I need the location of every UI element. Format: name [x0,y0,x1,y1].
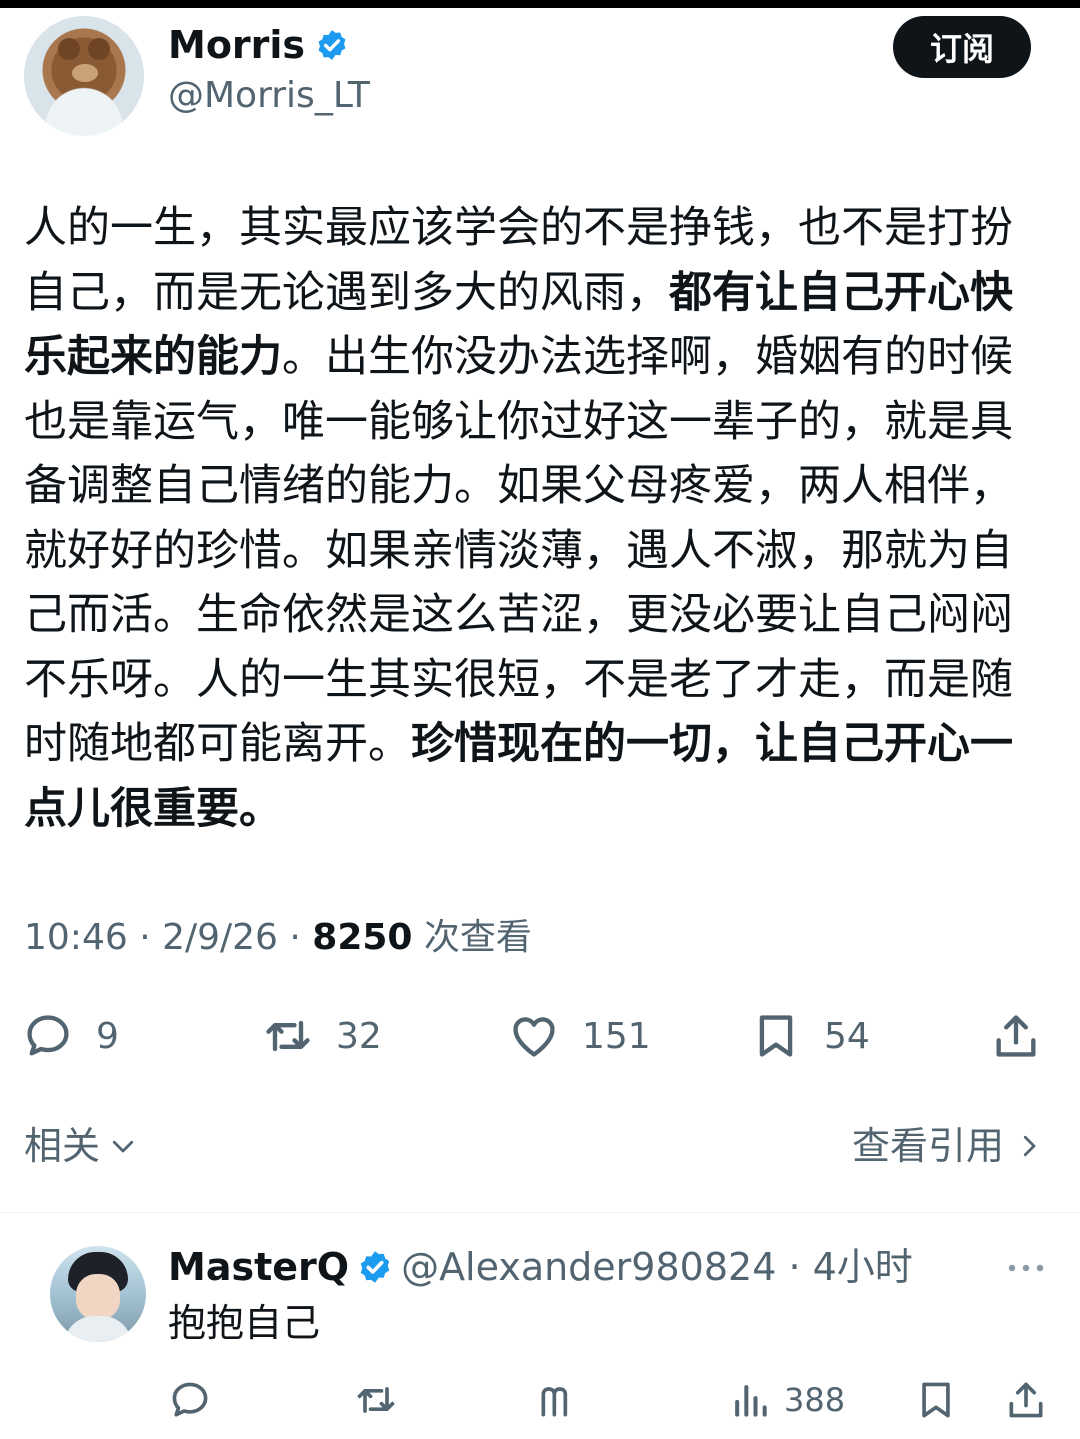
author-name-row[interactable]: Morris [168,22,349,68]
reply-view-count: 388 [784,1381,846,1419]
reply-share-button[interactable] [1004,1370,1048,1430]
divider [0,1212,1080,1213]
like-count: 151 [582,1015,651,1057]
reply-bookmark-button[interactable] [914,1370,958,1430]
view-count-label: 次查看 [412,917,532,958]
reply-views-button[interactable]: 388 [728,1370,845,1430]
reply-author-avatar[interactable] [50,1246,146,1342]
reply-header: MasterQ @Alexander980824 · 4小时 [168,1242,913,1292]
tweet-meta: 10:46 · 2/9/26 · 8250 次查看 [24,912,532,964]
more-options-icon[interactable] [1006,1258,1046,1278]
reply-reply-button[interactable] [168,1370,212,1430]
retweet-button[interactable]: 32 [262,1000,382,1072]
bookmark-count: 54 [824,1015,870,1057]
tweet-text-segment: 。出生你没办法选择啊，婚姻有的时候也是靠运气，唯一能够让你过好这一辈子的，就是具… [24,332,1013,769]
tweet-text: 人的一生，其实最应该学会的不是挣钱，也不是打扮自己，而是无论遇到多大的风雨，都有… [24,196,1054,841]
view-quotes-link[interactable]: 查看引用 [852,1120,1044,1172]
author-handle[interactable]: @Morris_LT [168,74,370,118]
retweet-icon [357,1387,395,1413]
share-icon [1009,1382,1043,1418]
like-icon [541,1387,568,1417]
tweet-timestamp[interactable]: 10:46 · 2/9/26 · [24,917,312,958]
author-avatar[interactable] [24,16,144,136]
analytics-icon [735,1385,767,1417]
verified-badge-icon [318,30,346,60]
bookmark-button[interactable]: 54 [750,1000,870,1072]
reply-count: 9 [96,1015,119,1057]
related-toggle[interactable]: 相关 [24,1120,138,1172]
like-button[interactable]: 151 [508,1000,651,1072]
reply-button[interactable]: 9 [22,1000,119,1072]
author-display-name[interactable]: Morris [168,22,305,68]
reply-handle-time[interactable]: @Alexander980824 · 4小时 [401,1242,913,1292]
reply-action-bar: 388 [0,1370,1080,1430]
tweet-action-bar: 9 32 151 54 [0,1000,1080,1072]
reply-retweet-button[interactable] [354,1370,398,1430]
chevron-down-icon [112,1140,134,1153]
heart-icon [513,1017,555,1057]
reply-text: 抱抱自己 [168,1301,321,1345]
reply-icon [172,1382,208,1417]
share-icon [996,1015,1036,1057]
bookmark-icon [759,1015,793,1057]
view-quotes-label: 查看引用 [851,1124,1004,1168]
reply-like-button[interactable] [536,1370,580,1430]
retweet-count: 32 [336,1015,382,1057]
bookmark-icon [922,1382,950,1418]
top-edge-bar [0,0,1080,8]
share-button[interactable] [990,1000,1042,1072]
reply-icon [27,1015,69,1056]
subscribe-button[interactable]: 订阅 [893,16,1031,78]
chevron-right-icon [1023,1135,1036,1157]
related-label: 相关 [24,1124,101,1168]
retweet-icon [266,1020,310,1052]
verified-badge-icon [360,1251,390,1283]
view-count: 8250 [312,917,413,958]
reply-author-name[interactable]: MasterQ [168,1242,349,1292]
